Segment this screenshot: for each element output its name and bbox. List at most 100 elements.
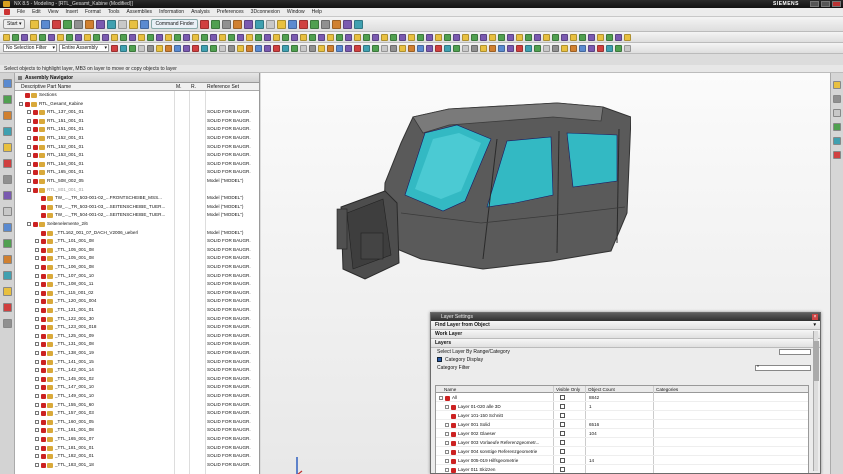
- selection-tool-icon[interactable]: [507, 44, 514, 52]
- load-checkbox-icon[interactable]: [41, 325, 46, 331]
- menu-item-information[interactable]: Information: [159, 9, 184, 15]
- toolbar-tool-icon[interactable]: [118, 19, 128, 29]
- load-checkbox-icon[interactable]: [33, 161, 38, 167]
- toolbar-tool-icon[interactable]: [222, 19, 232, 29]
- toolbar-tool-icon[interactable]: [321, 19, 331, 29]
- layer-row[interactable]: Layer 001 Solid 6516: [436, 421, 808, 429]
- feature-tool-icon[interactable]: [354, 33, 361, 41]
- feature-tool-icon[interactable]: [309, 33, 316, 41]
- resource-bar-tab-icon[interactable]: [3, 127, 12, 136]
- expand-toggle-icon[interactable]: [35, 351, 39, 355]
- selection-tool-icon[interactable]: [120, 44, 127, 52]
- visible-only-checkbox[interactable]: [560, 440, 565, 445]
- feature-tool-icon[interactable]: [291, 33, 298, 41]
- roles-tab-icon[interactable]: [833, 95, 841, 103]
- expand-toggle-icon[interactable]: [35, 316, 39, 321]
- selection-tool-icon[interactable]: [300, 44, 307, 52]
- visible-only-checkbox[interactable]: [560, 413, 565, 418]
- feature-tool-icon[interactable]: [417, 33, 424, 41]
- feature-tool-icon[interactable]: [606, 33, 613, 41]
- selection-tool-icon[interactable]: [381, 44, 388, 52]
- toolbar-tool-icon[interactable]: [343, 19, 353, 29]
- feature-tool-icon[interactable]: [408, 33, 415, 41]
- table-row[interactable]: TW_..._TR_503-001-02_...FRONTSCHEIBE_MSS…: [15, 195, 259, 202]
- selection-tool-icon[interactable]: [354, 44, 361, 52]
- expand-toggle-icon[interactable]: [35, 411, 39, 416]
- expand-toggle-icon[interactable]: [445, 432, 449, 436]
- selection-tool-icon[interactable]: [516, 44, 523, 52]
- feature-tool-icon[interactable]: [210, 33, 217, 41]
- feature-tool-icon[interactable]: [120, 33, 127, 41]
- selection-tool-icon[interactable]: [318, 44, 325, 52]
- maximize-icon[interactable]: [821, 1, 830, 7]
- load-checkbox-icon[interactable]: [33, 170, 38, 176]
- feature-tool-icon[interactable]: [453, 33, 460, 41]
- table-row[interactable]: Seitenelemente_2/6: [15, 221, 259, 228]
- column-descriptive-part-name[interactable]: Descriptive Part Name: [21, 83, 71, 91]
- resource-bar-tab-icon[interactable]: [3, 191, 12, 200]
- feature-tool-icon[interactable]: [489, 33, 496, 41]
- layer-row[interactable]: All 8842: [436, 394, 808, 402]
- load-checkbox-icon[interactable]: [33, 110, 38, 116]
- load-checkbox-icon[interactable]: [41, 247, 46, 253]
- toolbar-tool-icon[interactable]: [30, 19, 40, 29]
- selection-tool-icon[interactable]: [147, 44, 154, 52]
- load-checkbox-icon[interactable]: [41, 204, 46, 210]
- feature-tool-icon[interactable]: [129, 33, 136, 41]
- menu-item-view[interactable]: View: [48, 9, 59, 15]
- feature-tool-icon[interactable]: [93, 33, 100, 41]
- selection-tool-icon[interactable]: [210, 44, 217, 52]
- expand-toggle-icon[interactable]: [35, 273, 39, 278]
- feature-tool-icon[interactable]: [84, 33, 91, 41]
- expand-toggle-icon[interactable]: [27, 127, 31, 132]
- feature-tool-icon[interactable]: [480, 33, 487, 41]
- toolbar-tool-icon[interactable]: [96, 19, 106, 29]
- table-row[interactable]: _TTL_157_001_03 SOLID FOR BAUGR.: [15, 410, 259, 417]
- feature-tool-icon[interactable]: [165, 33, 172, 41]
- mirror-mount[interactable]: [336, 208, 348, 250]
- table-row[interactable]: _TTL_125_001_09 SOLID FOR BAUGR.: [15, 333, 259, 340]
- selection-tool-icon[interactable]: [111, 44, 118, 52]
- table-row[interactable]: RTL_137_001_01 SOLID FOR BAUGR.: [15, 109, 259, 116]
- rear-door-window[interactable]: [566, 132, 618, 188]
- vehicle-cab-model[interactable]: [301, 83, 631, 293]
- visible-only-checkbox[interactable]: [560, 431, 565, 436]
- selection-tool-icon[interactable]: [408, 44, 415, 52]
- toolbar-tool-icon[interactable]: [85, 19, 95, 29]
- expand-toggle-icon[interactable]: [27, 110, 31, 115]
- feature-tool-icon[interactable]: [66, 33, 73, 41]
- table-row[interactable]: RTL_801_001_01: [15, 187, 259, 194]
- selection-tool-icon[interactable]: [471, 44, 478, 52]
- expand-toggle-icon[interactable]: [35, 247, 39, 252]
- feature-tool-icon[interactable]: [525, 33, 532, 41]
- table-row[interactable]: RTL_152_001_01 SOLID FOR BAUGR.: [15, 135, 259, 142]
- selection-tool-icon[interactable]: [489, 44, 496, 52]
- layer-row[interactable]: Layer 01-020 alle 3D 1: [436, 403, 808, 411]
- column-visible-only[interactable]: Visible Only: [556, 386, 580, 393]
- resource-bar-tab-icon[interactable]: [3, 207, 12, 216]
- layer-range-input[interactable]: [779, 349, 811, 355]
- load-checkbox-icon[interactable]: [41, 385, 46, 391]
- selection-tool-icon[interactable]: [624, 44, 631, 52]
- table-row[interactable]: RTL_508_002_05 Model ("MODEL"): [15, 178, 259, 185]
- table-row[interactable]: _TTL_142_001_14 SOLID FOR BAUGR.: [15, 367, 259, 374]
- expand-toggle-icon[interactable]: [35, 368, 39, 373]
- expand-toggle-icon[interactable]: [35, 265, 39, 269]
- load-checkbox-icon[interactable]: [41, 273, 46, 279]
- table-row[interactable]: RTL_Gesamt_Kabine: [15, 101, 259, 108]
- selection-tool-icon[interactable]: [498, 44, 505, 52]
- step-bracket[interactable]: [360, 232, 384, 260]
- feature-tool-icon[interactable]: [534, 33, 541, 41]
- table-row[interactable]: _TTL_182_001_01 SOLID FOR BAUGR.: [15, 453, 259, 460]
- load-checkbox-icon[interactable]: [41, 454, 46, 460]
- expand-toggle-icon[interactable]: [35, 437, 39, 441]
- selection-tool-icon[interactable]: [543, 44, 550, 52]
- load-checkbox-icon[interactable]: [41, 265, 46, 270]
- dialog-close-icon[interactable]: ×: [812, 314, 818, 320]
- load-checkbox-icon[interactable]: [41, 462, 46, 468]
- selection-tool-icon[interactable]: [597, 44, 604, 52]
- toolbar-tool-icon[interactable]: [129, 19, 139, 29]
- menu-item-assemblies[interactable]: Assemblies: [126, 9, 152, 15]
- table-row[interactable]: _TTL_101_001_08 SOLID FOR BAUGR.: [15, 238, 259, 245]
- close-icon[interactable]: [832, 1, 841, 7]
